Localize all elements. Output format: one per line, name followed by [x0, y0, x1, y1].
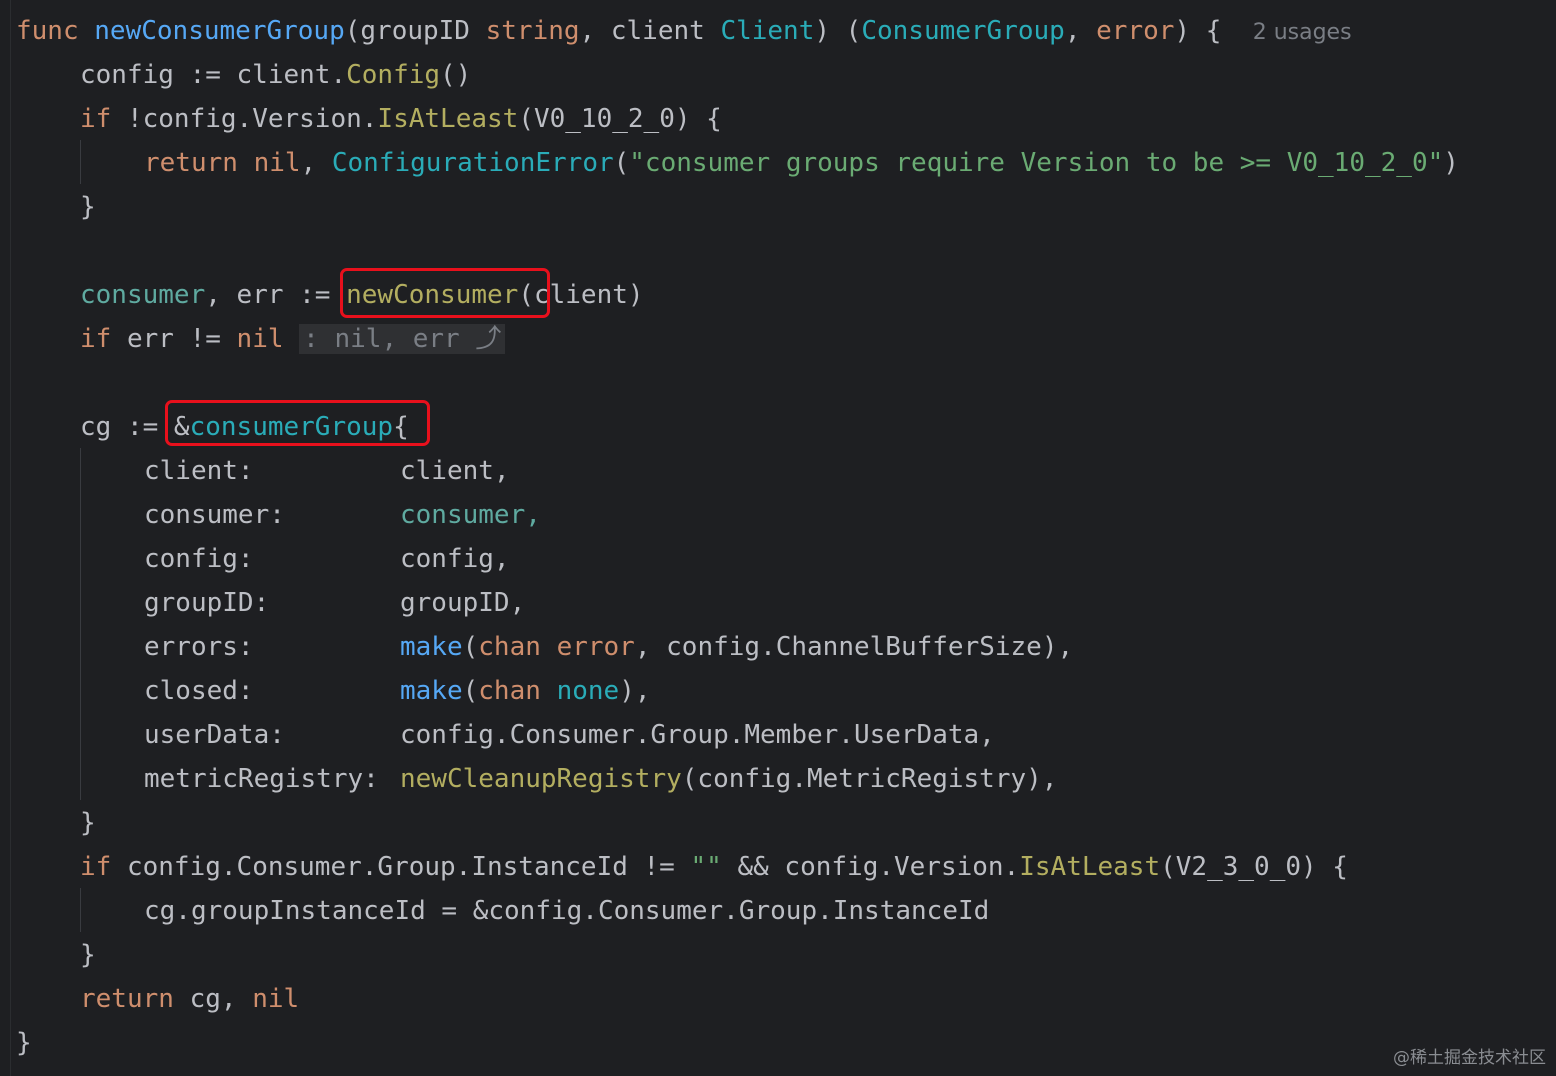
- code-line[interactable]: return nil, ConfigurationError("consumer…: [144, 141, 1459, 185]
- struct-field-value[interactable]: config,: [400, 537, 510, 581]
- struct-field-line[interactable]: metricRegistry:: [144, 757, 379, 801]
- code-line[interactable]: return cg, nil: [80, 977, 299, 1021]
- struct-field-line[interactable]: groupID:: [144, 581, 269, 625]
- struct-field-line[interactable]: closed:: [144, 669, 254, 713]
- code-line[interactable]: }: [80, 185, 96, 229]
- code-line[interactable]: cg.groupInstanceId = &config.Consumer.Gr…: [144, 889, 989, 933]
- code-line[interactable]: }: [80, 933, 96, 977]
- indent-guide: [80, 140, 81, 184]
- folded-code-hint[interactable]: : nil, err ⤴: [299, 324, 506, 354]
- code-line[interactable]: if config.Consumer.Group.InstanceId != "…: [80, 845, 1348, 889]
- watermark: @稀土掘金技术社区: [1393, 1048, 1546, 1068]
- struct-field-line[interactable]: consumer:: [144, 493, 285, 537]
- usages-hint[interactable]: 2 usages: [1253, 20, 1352, 45]
- struct-field-line[interactable]: userData:: [144, 713, 285, 757]
- struct-field-value[interactable]: groupID,: [400, 581, 525, 625]
- struct-field-value[interactable]: config.Consumer.Group.Member.UserData,: [400, 713, 995, 757]
- function-name[interactable]: newConsumerGroup: [94, 16, 344, 46]
- struct-field-value[interactable]: client,: [400, 449, 510, 493]
- code-line-func-signature[interactable]: func newConsumerGroup(groupID string, cl…: [16, 9, 1352, 53]
- code-line[interactable]: if err != nil : nil, err ⤴: [80, 317, 506, 361]
- highlight-box-consumer-group: [165, 400, 430, 446]
- struct-field-value[interactable]: newCleanupRegistry(config.MetricRegistry…: [400, 757, 1057, 801]
- struct-field-value[interactable]: make(chan error, config.ChannelBufferSiz…: [400, 625, 1073, 669]
- indent-guide: [80, 448, 81, 800]
- code-editor[interactable]: func newConsumerGroup(groupID string, cl…: [0, 0, 1556, 1076]
- struct-field-line[interactable]: errors:: [144, 625, 254, 669]
- struct-field-line[interactable]: client:: [144, 449, 254, 493]
- struct-field-line[interactable]: config:: [144, 537, 254, 581]
- code-line[interactable]: }: [80, 801, 96, 845]
- code-line[interactable]: config := client.Config(): [80, 53, 471, 97]
- code-line[interactable]: }: [16, 1021, 32, 1065]
- struct-field-value[interactable]: make(chan none),: [400, 669, 651, 713]
- gutter-divider: [10, 0, 11, 1076]
- code-line[interactable]: if !config.Version.IsAtLeast(V0_10_2_0) …: [80, 97, 722, 141]
- indent-guide: [80, 888, 81, 932]
- highlight-box-new-consumer: [340, 268, 550, 318]
- struct-field-value[interactable]: consumer,: [400, 493, 541, 537]
